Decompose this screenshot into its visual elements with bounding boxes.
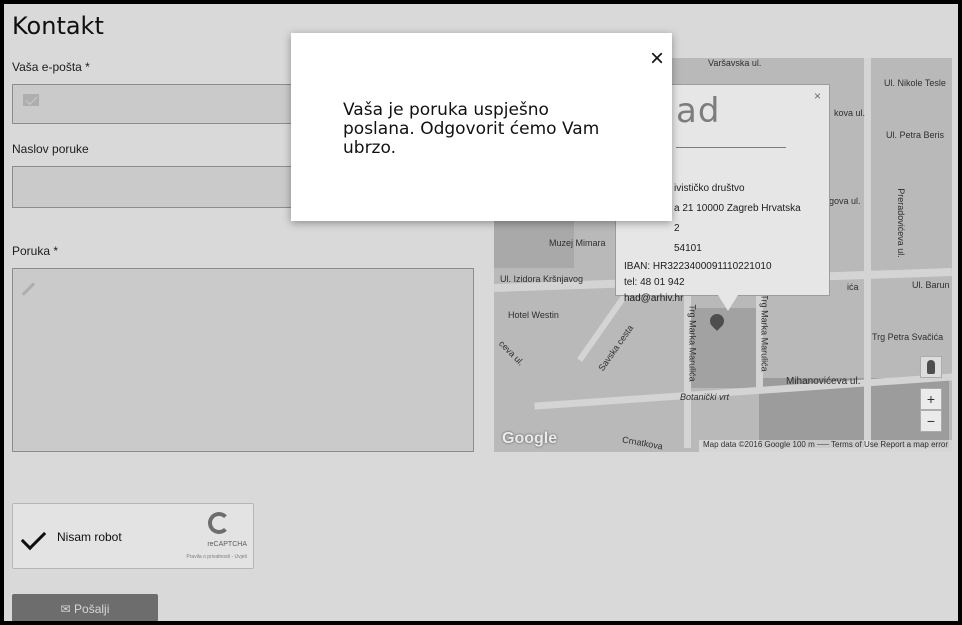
close-icon[interactable]: × [650, 47, 664, 71]
success-modal: × Vaša je poruka uspješno poslana. Odgov… [291, 33, 672, 221]
contact-page: Kontakt Vaša e-pošta * Naslov poruke Por… [4, 4, 958, 621]
success-message: Vaša je poruka uspješno poslana. Odgovor… [343, 100, 600, 158]
screenshot-frame: Kontakt Vaša e-pošta * Naslov poruke Por… [0, 0, 962, 625]
